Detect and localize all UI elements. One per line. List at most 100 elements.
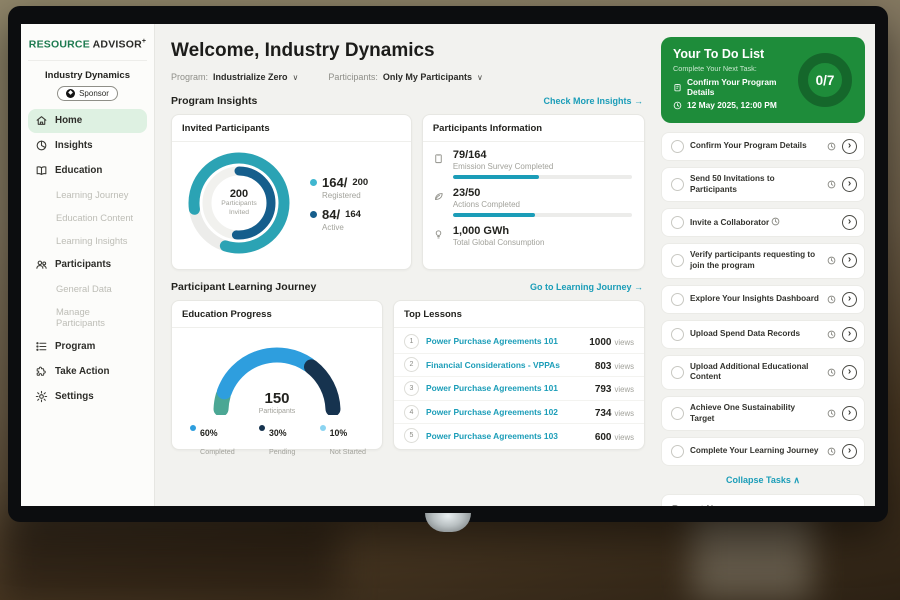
chevron-down-icon[interactable]: ∨ — [293, 73, 299, 82]
sponsor-badge: ◆ Sponsor — [57, 86, 118, 101]
todo-subtitle: Complete Your Next Task: — [673, 64, 791, 73]
task-row-upload-educational-content[interactable]: Upload Additional Educational Content › — [661, 355, 865, 390]
check-more-insights-link[interactable]: Check More Insights → — [543, 96, 643, 106]
recent-news-card: Recent News — [661, 494, 865, 506]
leaf-icon — [433, 187, 445, 217]
task-row-verify-participants[interactable]: Verify participants requesting to join t… — [661, 243, 865, 278]
clock-icon — [827, 142, 836, 151]
sidebar-item-education[interactable]: Education — [28, 159, 147, 183]
sidebar-item-manage-participants[interactable]: Manage Participants — [28, 301, 147, 334]
todo-summary-card: Your To Do List Complete Your Next Task:… — [661, 37, 865, 123]
logo-plus: + — [142, 38, 146, 45]
sidebar-item-program[interactable]: Program — [28, 335, 147, 359]
collapse-tasks-link[interactable]: Collapse Tasks ∧ — [661, 475, 865, 486]
task-open-button[interactable]: › — [842, 365, 857, 380]
views-label: views — [615, 433, 635, 442]
task-row-invite-collaborator[interactable]: Invite a Collaborator › — [661, 208, 865, 237]
sidebar-item-participants[interactable]: Participants — [28, 253, 147, 277]
go-to-learning-journey-link[interactable]: Go to Learning Journey → — [530, 282, 643, 292]
insights-cards-row: Invited Participants 200 — [171, 114, 645, 270]
lesson-title-link[interactable]: Power Purchase Agreements 103 — [426, 431, 588, 441]
task-label: Confirm Your Program Details — [690, 141, 821, 152]
legend-not-started: 10%Not Started — [320, 423, 366, 459]
program-filter-value: Industrialize Zero — [213, 72, 288, 82]
legend-completed: 60%Completed — [190, 423, 235, 459]
pending-label: Pending — [269, 447, 295, 456]
views-count: 793 — [595, 384, 612, 395]
views-count: 803 — [595, 361, 612, 372]
emission-survey-value: 79/164 — [453, 149, 632, 161]
participants-filter[interactable]: Participants:Only My Participants∨ — [328, 72, 482, 82]
sidebar-item-education-content[interactable]: Education Content — [28, 207, 147, 229]
task-open-button[interactable]: › — [842, 406, 857, 421]
lesson-row: 1 Power Purchase Agreements 101 1000view… — [394, 330, 644, 354]
lesson-row: 3 Power Purchase Agreements 101 793views — [394, 377, 644, 401]
active-value: 84/ — [322, 207, 340, 222]
registered-label: Registered — [322, 191, 368, 200]
sidebar-item-learning-insights[interactable]: Learning Insights — [28, 230, 147, 252]
task-label: Complete Your Learning Journey — [690, 446, 821, 457]
section-title: Program Insights — [171, 95, 257, 107]
sidebar-item-label: Insights — [55, 140, 93, 151]
sidebar-item-home[interactable]: Home — [28, 109, 147, 133]
task-row-upload-spend-data[interactable]: Upload Spend Data Records › — [661, 320, 865, 349]
lesson-title-link[interactable]: Power Purchase Agreements 102 — [426, 407, 588, 417]
lesson-rank: 4 — [404, 405, 419, 420]
task-open-button[interactable]: › — [842, 177, 857, 192]
chevron-down-icon[interactable]: ∨ — [477, 73, 483, 82]
sidebar-item-settings[interactable]: Settings — [28, 385, 147, 409]
program-filter-label: Program: — [171, 72, 208, 82]
task-row-explore-insights[interactable]: Explore Your Insights Dashboard › — [661, 285, 865, 314]
todo-progress-value: 0/7 — [795, 50, 855, 110]
lesson-title-link[interactable]: Power Purchase Agreements 101 — [426, 383, 588, 393]
sidebar-item-general-data[interactable]: General Data — [28, 278, 147, 300]
task-row-send-invitations[interactable]: Send 50 Invitations to Participants › — [661, 167, 865, 202]
sidebar-item-label: Settings — [55, 391, 94, 402]
task-checkbox[interactable] — [671, 407, 684, 420]
learning-cards-row: Education Progress 150 Participants — [171, 300, 645, 450]
task-label: Verify participants requesting to join t… — [690, 250, 821, 271]
task-checkbox[interactable] — [671, 216, 684, 229]
collapse-label: Collapse Tasks — [726, 475, 791, 485]
task-open-button[interactable]: › — [842, 444, 857, 459]
lesson-title-link[interactable]: Power Purchase Agreements 101 — [426, 336, 582, 346]
task-checkbox[interactable] — [671, 445, 684, 458]
task-open-button[interactable]: › — [842, 139, 857, 154]
lesson-title-link[interactable]: Financial Considerations - VPPAs — [426, 360, 588, 370]
program-filter[interactable]: Program: Industrialize Zero ∨ — [171, 72, 298, 82]
learning-journey-header: Participant Learning Journey Go to Learn… — [171, 281, 643, 293]
views-label: views — [615, 385, 635, 394]
task-row-achieve-target[interactable]: Achieve One Sustainability Target › — [661, 396, 865, 431]
registered-dot — [310, 179, 317, 186]
task-open-button[interactable]: › — [842, 327, 857, 342]
sidebar-item-insights[interactable]: Insights — [28, 134, 147, 158]
arrow-right-icon: → — [634, 282, 643, 292]
active-total: 164 — [345, 209, 361, 220]
task-label: Upload Spend Data Records — [690, 329, 821, 340]
task-open-button[interactable]: › — [842, 253, 857, 268]
task-open-button[interactable]: › — [842, 215, 857, 230]
page-title: Welcome, Industry Dynamics — [171, 40, 645, 62]
task-label: Upload Additional Educational Content — [690, 362, 821, 383]
sidebar-item-learning-journey[interactable]: Learning Journey — [28, 184, 147, 206]
todo-datetime-label: 12 May 2025, 12:00 PM — [687, 100, 777, 110]
actions-completed-value: 23/50 — [453, 187, 632, 199]
logo-secondary: ADVISOR — [93, 39, 142, 51]
actions-completed-label: Actions Completed — [453, 200, 632, 209]
invited-donut-chart: 200 Participants Invited — [182, 146, 296, 260]
active-dot — [310, 211, 317, 218]
task-checkbox[interactable] — [671, 140, 684, 153]
task-checkbox[interactable] — [671, 366, 684, 379]
task-row-confirm-program[interactable]: Confirm Your Program Details › — [661, 132, 865, 161]
task-open-button[interactable]: › — [842, 292, 857, 307]
sidebar-item-label: Manage Participants — [56, 306, 140, 328]
sidebar-item-take-action[interactable]: Take Action — [28, 360, 147, 384]
pending-dot — [259, 425, 265, 431]
education-card-body: 150 Participants 60%Completed — [172, 328, 382, 459]
task-checkbox[interactable] — [671, 254, 684, 267]
task-checkbox[interactable] — [671, 178, 684, 191]
emission-survey-row: 79/164 Emission Survey Completed — [433, 149, 632, 179]
task-row-complete-learning-journey[interactable]: Complete Your Learning Journey › — [661, 437, 865, 466]
task-checkbox[interactable] — [671, 328, 684, 341]
task-checkbox[interactable] — [671, 293, 684, 306]
